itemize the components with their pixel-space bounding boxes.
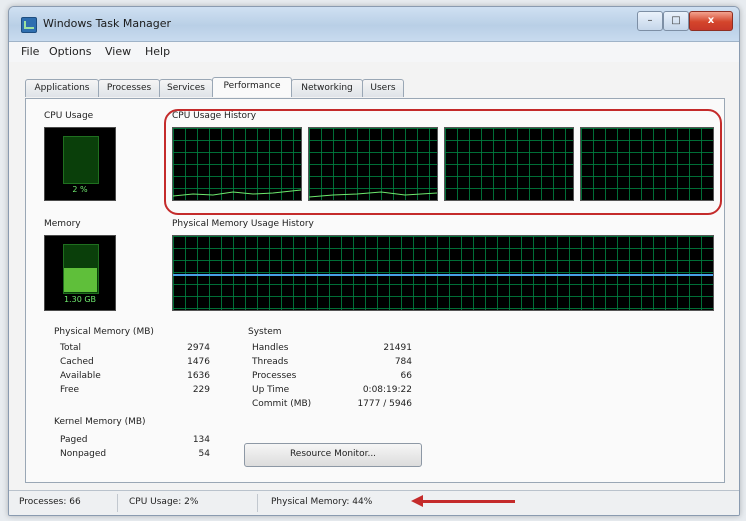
memory-gauge: 1.30 GB xyxy=(44,235,116,311)
table-row: Nonpaged 54 xyxy=(60,449,210,463)
memory-history-label: Physical Memory Usage History xyxy=(172,219,314,229)
physical-memory-title: Physical Memory (MB) xyxy=(54,327,154,337)
menu-options[interactable]: Options xyxy=(49,45,91,58)
status-bar: Processes: 66 CPU Usage: 2% Physical Mem… xyxy=(9,490,739,515)
status-cpu-usage: CPU Usage: 2% xyxy=(129,497,199,507)
table-row: Cached 1476 xyxy=(60,357,210,371)
status-processes: Processes: 66 xyxy=(19,497,81,507)
stat-key: Up Time xyxy=(252,385,290,395)
memory-usage-line xyxy=(173,274,713,276)
cpu-gauge-meter xyxy=(63,136,99,184)
tab-performance[interactable]: Performance xyxy=(212,77,292,97)
memory-gauge-fill xyxy=(64,268,97,292)
menu-view[interactable]: View xyxy=(105,45,131,58)
memory-history-graph xyxy=(172,235,714,311)
stat-value: 134 xyxy=(192,435,210,445)
tab-networking[interactable]: Networking xyxy=(291,79,363,97)
stat-key: Free xyxy=(60,385,80,395)
stat-key: Threads xyxy=(252,357,289,367)
status-divider xyxy=(117,494,118,512)
close-button[interactable]: x xyxy=(689,11,733,31)
table-row: Up Time 0:08:19:22 xyxy=(252,385,412,399)
table-row: Total 2974 xyxy=(60,343,210,357)
stat-key: Commit (MB) xyxy=(252,399,312,409)
system-title: System xyxy=(248,327,282,337)
window-title: Windows Task Manager xyxy=(43,17,172,30)
stat-key: Available xyxy=(60,371,101,381)
maximize-button[interactable]: □ xyxy=(663,11,689,31)
cpu-usage-label: CPU Usage xyxy=(44,111,94,121)
stat-value: 54 xyxy=(198,449,210,459)
cpu-usage-gauge: 2 % xyxy=(44,127,116,201)
stat-value: 66 xyxy=(400,371,412,381)
table-row: Available 1636 xyxy=(60,371,210,385)
stat-value: 21491 xyxy=(383,343,412,353)
table-row: Processes 66 xyxy=(252,371,412,385)
status-divider xyxy=(257,494,258,512)
resource-monitor-button[interactable]: Resource Monitor... xyxy=(244,443,422,467)
tab-processes[interactable]: Processes xyxy=(98,79,160,97)
menu-bar: File Options View Help xyxy=(9,42,739,62)
stat-value: 0:08:19:22 xyxy=(362,385,412,395)
stat-key: Nonpaged xyxy=(60,449,107,459)
task-manager-window: Windows Task Manager – □ x File Options … xyxy=(8,6,740,516)
tab-users[interactable]: Users xyxy=(362,79,404,97)
cpu-history-highlight xyxy=(164,109,722,215)
system-table: Handles 21491 Threads 784 Processes 66 U… xyxy=(252,343,412,415)
stat-value: 1476 xyxy=(187,357,210,367)
cpu-usage-value: 2 % xyxy=(72,185,88,194)
table-row: Paged 134 xyxy=(60,435,210,449)
table-row: Commit (MB) 1777 / 5946 xyxy=(252,399,412,413)
stat-key: Total xyxy=(60,343,82,353)
menu-file[interactable]: File xyxy=(21,45,39,58)
tab-applications[interactable]: Applications xyxy=(25,79,99,97)
stat-key: Handles xyxy=(252,343,289,353)
table-row: Handles 21491 xyxy=(252,343,412,357)
task-manager-icon xyxy=(21,17,37,33)
red-arrow-icon xyxy=(411,495,515,507)
stat-value: 784 xyxy=(394,357,412,367)
stat-value: 1777 / 5946 xyxy=(357,399,412,409)
minimize-button[interactable]: – xyxy=(637,11,663,31)
stat-key: Cached xyxy=(60,357,94,367)
table-row: Free 229 xyxy=(60,385,210,399)
status-physical-memory: Physical Memory: 44% xyxy=(271,497,373,507)
memory-value: 1.30 GB xyxy=(63,295,97,304)
kernel-memory-title: Kernel Memory (MB) xyxy=(54,417,146,427)
menu-help[interactable]: Help xyxy=(145,45,170,58)
table-row: Threads 784 xyxy=(252,357,412,371)
stat-value: 1636 xyxy=(187,371,210,381)
stat-value: 2974 xyxy=(187,343,210,353)
stat-key: Paged xyxy=(60,435,88,445)
stat-key: Processes xyxy=(252,371,297,381)
memory-label: Memory xyxy=(44,219,81,229)
performance-panel: CPU Usage 2 % CPU Usage History Memory 1… xyxy=(25,98,725,483)
kernel-memory-table: Paged 134 Nonpaged 54 xyxy=(60,435,210,465)
stat-value: 229 xyxy=(192,385,210,395)
physical-memory-table: Total 2974 Cached 1476 Available 1636 Fr… xyxy=(60,343,210,403)
tab-services[interactable]: Services xyxy=(159,79,213,97)
title-bar[interactable]: Windows Task Manager – □ x xyxy=(9,7,739,42)
